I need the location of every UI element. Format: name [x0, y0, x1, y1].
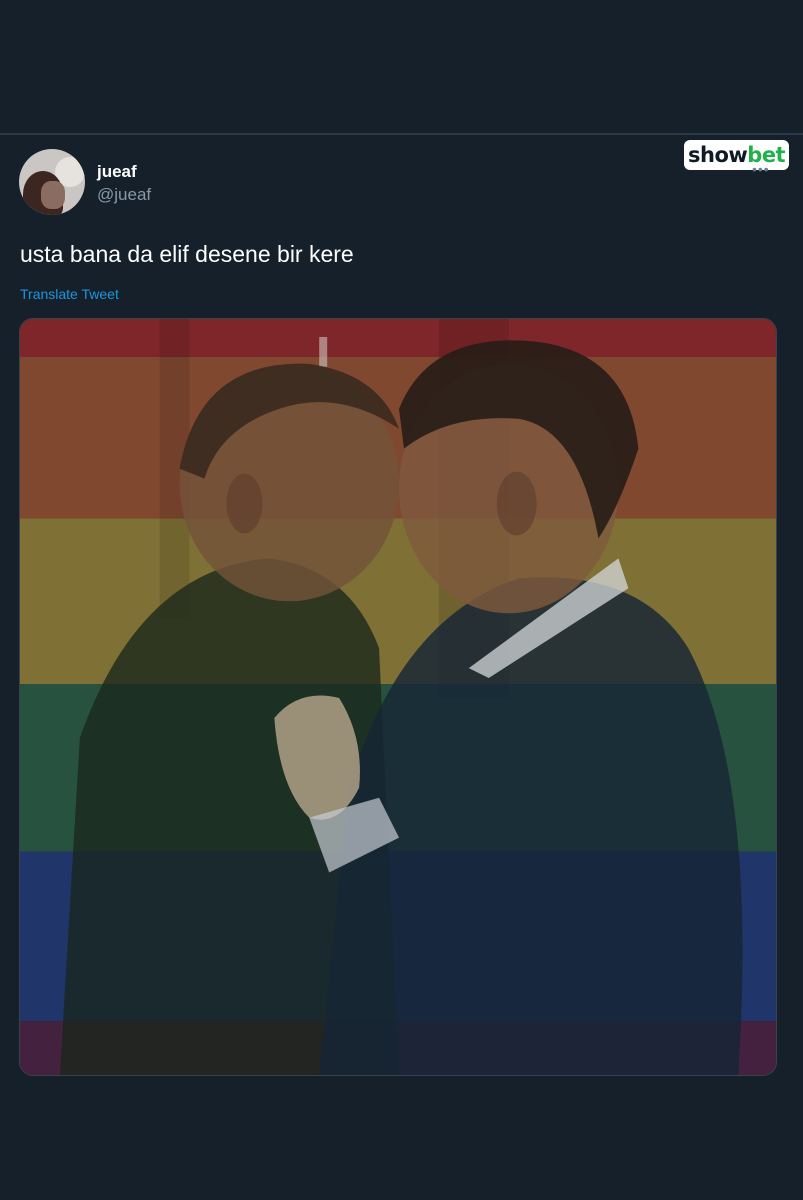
- showbet-watermark: show bet: [684, 140, 790, 170]
- translate-tweet-link[interactable]: Translate Tweet: [20, 286, 119, 302]
- display-name[interactable]: jueaf: [97, 162, 137, 182]
- tweet-text: usta bana da elif desene bir kere: [20, 241, 354, 267]
- user-handle[interactable]: @jueaf: [97, 185, 151, 205]
- more-dots-icon[interactable]: •••: [752, 161, 770, 177]
- tweet: jueaf @jueaf show bet ••• usta bana da el…: [0, 135, 803, 1200]
- photo-tint: [20, 319, 776, 1075]
- watermark-show: show: [688, 143, 748, 167]
- tweet-photo-illustration: [20, 319, 776, 1075]
- avatar-face: [41, 181, 65, 209]
- tweet-image[interactable]: [19, 318, 777, 1076]
- screenshot: jueaf @jueaf show bet ••• usta bana da el…: [0, 0, 803, 1200]
- top-bar: [0, 0, 803, 133]
- avatar[interactable]: [19, 149, 85, 215]
